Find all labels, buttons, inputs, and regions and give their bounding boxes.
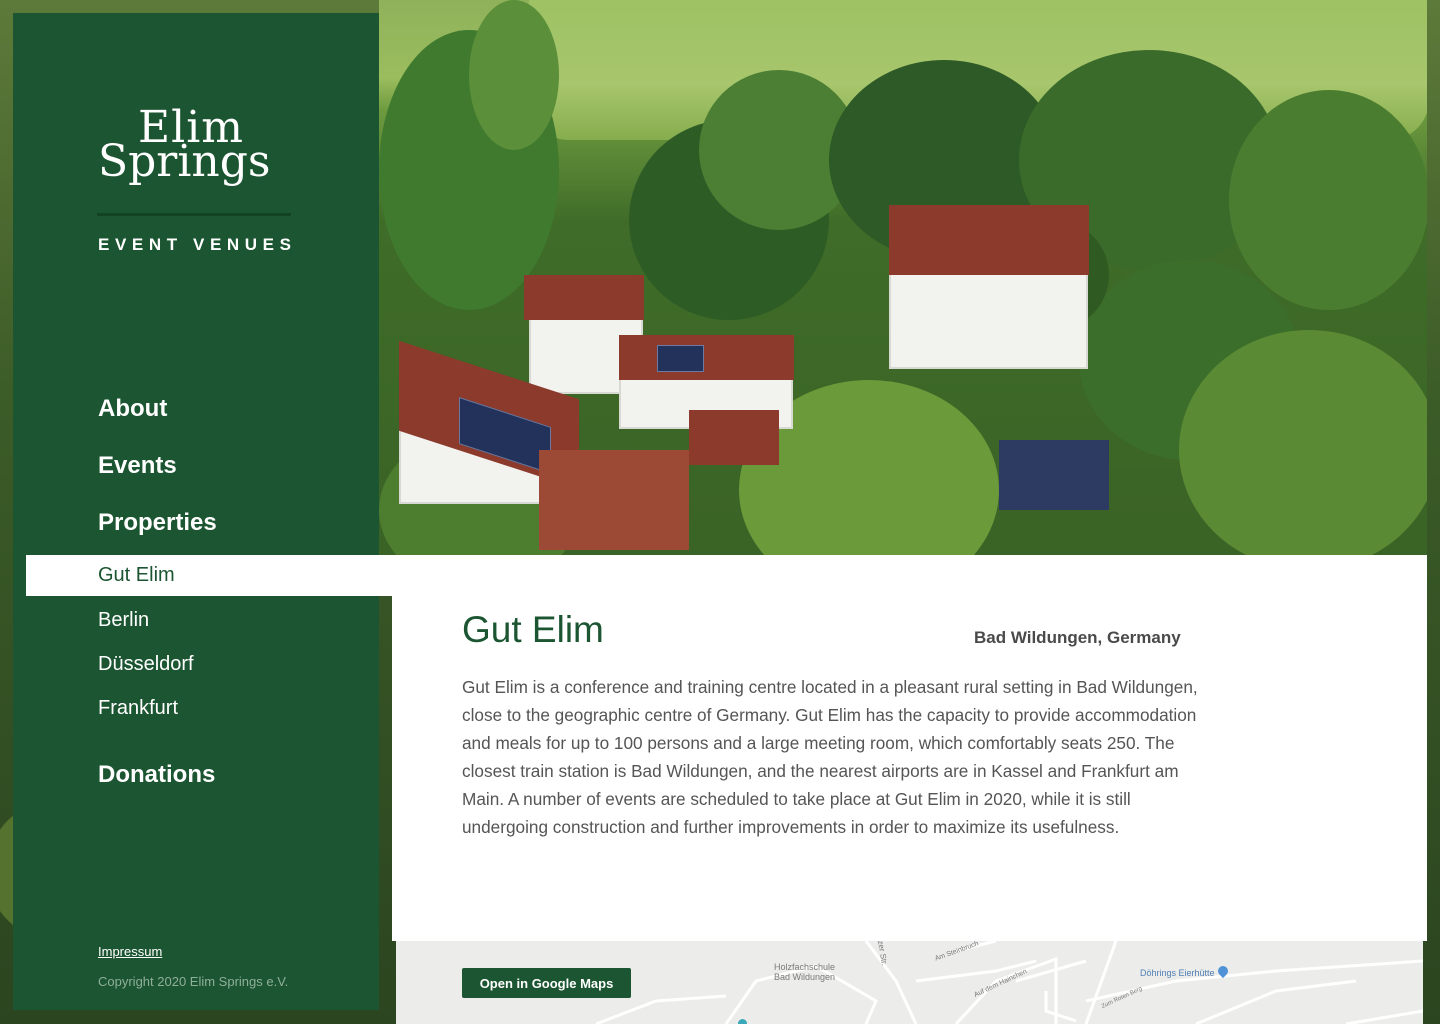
property-title: Gut Elim	[462, 609, 604, 650]
photo-roof	[619, 335, 794, 380]
map-label-holzfachschule-line1: Holzfachschule	[774, 962, 836, 972]
photo-roof	[889, 205, 1089, 275]
map-label-holzfachschule: Holzfachschule Bad Wildungen	[774, 962, 835, 982]
photo-tree	[469, 0, 559, 150]
map-label-poi: Döhrings Eierhütte	[1140, 968, 1215, 978]
impressum-link[interactable]: Impressum	[98, 944, 162, 959]
brand-line-2: Springs	[98, 136, 271, 187]
nav-property-dusseldorf[interactable]: Düsseldorf	[98, 653, 194, 676]
photo-roof	[689, 410, 779, 465]
photo-roof	[524, 275, 644, 320]
photo-roof	[999, 440, 1109, 510]
nav-property-berlin[interactable]: Berlin	[98, 609, 149, 632]
hero-aerial-photo	[379, 0, 1427, 555]
copyright-text: Copyright 2020 Elim Springs e.V.	[98, 974, 289, 989]
location-map[interactable]: Holzfachschule Bad Wildungen tzer Str. A…	[396, 941, 1423, 1024]
nav-property-gut-elim-active[interactable]: Gut Elim	[26, 555, 392, 596]
nav-events[interactable]: Events	[98, 452, 177, 480]
brand-tagline: EVENT VENUES	[98, 235, 297, 254]
nav-donations[interactable]: Donations	[98, 761, 215, 789]
property-location: Bad Wildungen, Germany	[974, 628, 1181, 647]
photo-roof	[539, 450, 689, 550]
nav-about[interactable]: About	[98, 395, 167, 423]
open-in-google-maps-button[interactable]: Open in Google Maps	[462, 968, 631, 998]
photo-tree	[1229, 90, 1427, 310]
nav-properties[interactable]: Properties	[98, 509, 217, 537]
sidebar: Elim Springs EVENT VENUES About Events P…	[13, 13, 379, 1010]
map-poi-dot-icon	[738, 1019, 747, 1024]
nav-property-gut-elim-label: Gut Elim	[98, 564, 175, 586]
photo-solar-panel	[657, 345, 704, 372]
logo-divider	[97, 213, 291, 216]
property-description: Gut Elim is a conference and training ce…	[462, 677, 1198, 837]
map-label-holzfachschule-line2: Bad Wildungen	[774, 972, 836, 982]
nav-property-frankfurt[interactable]: Frankfurt	[98, 697, 178, 720]
property-content-panel: Gut Elim Bad Wildungen, Germany Gut Elim…	[392, 555, 1427, 941]
